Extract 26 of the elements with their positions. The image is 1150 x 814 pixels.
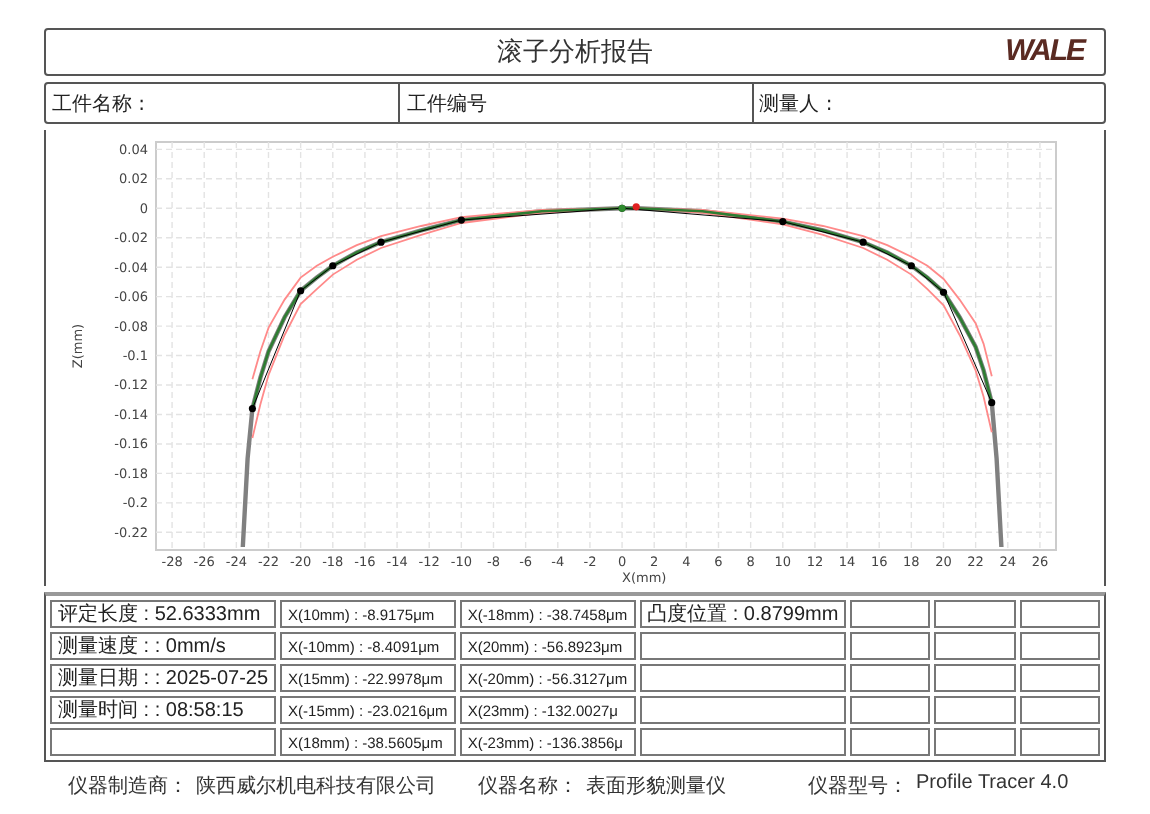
table-cell: 测量速度 : : 0mm/s (50, 632, 277, 660)
point (859, 238, 867, 246)
table-cell: 测量时间 : : 08:58:15 (50, 696, 277, 724)
point (907, 262, 915, 270)
report-title: 滚子分析报告 (497, 36, 653, 70)
point (297, 287, 305, 295)
point (779, 217, 787, 226)
footer-label: 仪器制造商： (68, 773, 188, 800)
point (329, 262, 337, 270)
field-label: 工件名称 : (52, 91, 146, 117)
table-cell: 评定长度 : 52.6333mm (50, 600, 277, 628)
field-label: 工件编号 (406, 91, 487, 117)
brand-logo: WALE (1005, 34, 1084, 68)
table-cell: 凸度位置 : 0.8799mm (639, 600, 847, 628)
point (939, 288, 948, 296)
point (248, 405, 257, 413)
table-cell: 测量日期 : : 2025-07-25 (50, 664, 277, 692)
footer-value: 表面形貌测量仪 (586, 773, 726, 800)
footer-label: 仪器型号： (808, 773, 908, 800)
point (377, 238, 385, 246)
point (457, 216, 465, 224)
footer-value: Profile Tracer 4.0 (916, 772, 1069, 798)
footer-value: 陕西威尔机电科技有限公司 (196, 773, 436, 800)
point (988, 399, 996, 407)
footer-label: 仪器名称： (478, 774, 578, 800)
field-label: 测量人 : (759, 91, 833, 117)
